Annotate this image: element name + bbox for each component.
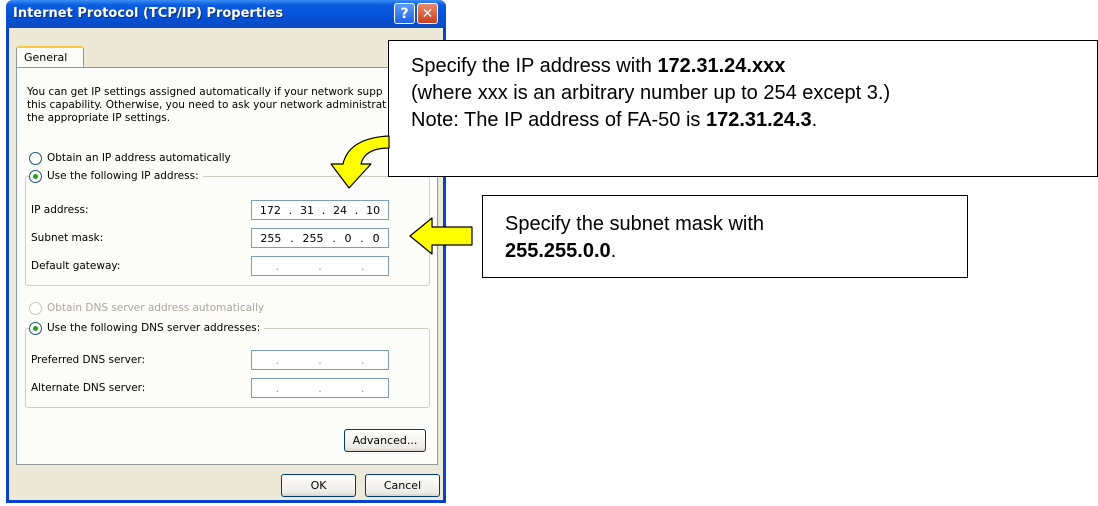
dialog-title: Internet Protocol (TCP/IP) Properties: [13, 6, 284, 21]
cancel-button[interactable]: Cancel: [365, 474, 440, 497]
callout-subnet-line-2: 255.255.0.0.: [505, 238, 967, 265]
ip-address-input[interactable]: 172. 31. 24. 10: [251, 200, 389, 220]
alternate-dns-label: Alternate DNS server:: [31, 382, 146, 394]
callout-ip-line-1: Specify the IP address with 172.31.24.xx…: [411, 53, 1097, 80]
default-gateway-input[interactable]: ...: [251, 256, 389, 276]
mask-octet-3: 0: [344, 231, 352, 245]
left-arrow-icon: [409, 217, 473, 255]
ip-octet-3: 24: [333, 203, 348, 217]
close-button[interactable]: ✕: [417, 3, 438, 24]
ip-octet-2: 31: [299, 203, 314, 217]
radio-checked-icon: [29, 321, 42, 335]
title-bar[interactable]: Internet Protocol (TCP/IP) Properties ? …: [6, 0, 446, 28]
curved-arrow-icon: [330, 135, 390, 189]
subnet-mask-label: Subnet mask:: [31, 232, 104, 244]
callout-subnet-line-2-suffix: .: [610, 240, 617, 262]
radio-disabled-icon: [29, 301, 42, 315]
obtain-dns-auto-radio[interactable]: Obtain DNS server address automatically: [29, 300, 264, 316]
tab-general[interactable]: General: [16, 46, 84, 68]
default-gateway-label: Default gateway:: [31, 260, 121, 272]
use-following-dns-label: Use the following DNS server addresses:: [47, 322, 261, 334]
ip-address-label: IP address:: [31, 204, 89, 216]
use-following-ip-radio[interactable]: Use the following IP address:: [29, 168, 203, 184]
use-following-dns-radio[interactable]: Use the following DNS server addresses:: [29, 320, 265, 336]
close-icon: ✕: [421, 5, 434, 22]
callout-ip-bold-address: 172.31.24.xxx: [657, 55, 786, 77]
description-text: You can get IP settings assigned automat…: [27, 86, 387, 124]
ok-button[interactable]: OK: [281, 474, 356, 497]
advanced-button[interactable]: Advanced...: [344, 429, 426, 452]
general-panel: You can get IP settings assigned automat…: [16, 67, 438, 465]
callout-ip-line-2: (where xxx is an arbitrary number up to …: [411, 82, 891, 104]
ip-address-callout: Specify the IP address with 172.31.24.xx…: [388, 40, 1098, 177]
callout-ip-bold-fa50: 172.31.24.3: [705, 109, 812, 131]
ip-octet-4: 10: [366, 203, 381, 217]
tcpip-properties-dialog: Internet Protocol (TCP/IP) Properties ? …: [6, 0, 446, 503]
subnet-mask-callout: Specify the subnet mask with 255.255.0.0…: [482, 195, 968, 278]
alternate-dns-input[interactable]: ...: [251, 378, 389, 398]
subnet-mask-input[interactable]: 255. 255. 0. 0: [251, 228, 389, 248]
obtain-ip-auto-radio[interactable]: Obtain an IP address automatically: [29, 150, 231, 166]
preferred-dns-input[interactable]: ...: [251, 350, 389, 370]
obtain-ip-auto-label: Obtain an IP address automatically: [47, 152, 231, 164]
callout-ip-line-1-text: Specify the IP address with: [411, 55, 658, 77]
ip-octet-1: 172: [259, 203, 281, 217]
callout-subnet-bold-mask: 255.255.0.0: [505, 240, 611, 262]
mask-octet-1: 255: [260, 231, 282, 245]
help-icon: ?: [400, 5, 409, 22]
mask-octet-2: 255: [302, 231, 324, 245]
mask-octet-4: 0: [372, 231, 380, 245]
radio-icon: [29, 151, 42, 165]
callout-ip-line-3-suffix: .: [811, 109, 818, 131]
obtain-dns-auto-label: Obtain DNS server address automatically: [47, 302, 265, 314]
use-following-ip-label: Use the following IP address:: [47, 170, 199, 182]
preferred-dns-label: Preferred DNS server:: [31, 354, 146, 366]
callout-subnet-line-1: Specify the subnet mask with: [505, 213, 765, 235]
help-button[interactable]: ?: [394, 3, 415, 24]
radio-checked-icon: [29, 169, 42, 183]
callout-ip-line-3-text: Note: The IP address of FA-50 is: [411, 109, 706, 131]
callout-ip-line-3: Note: The IP address of FA-50 is 172.31.…: [411, 107, 1097, 134]
